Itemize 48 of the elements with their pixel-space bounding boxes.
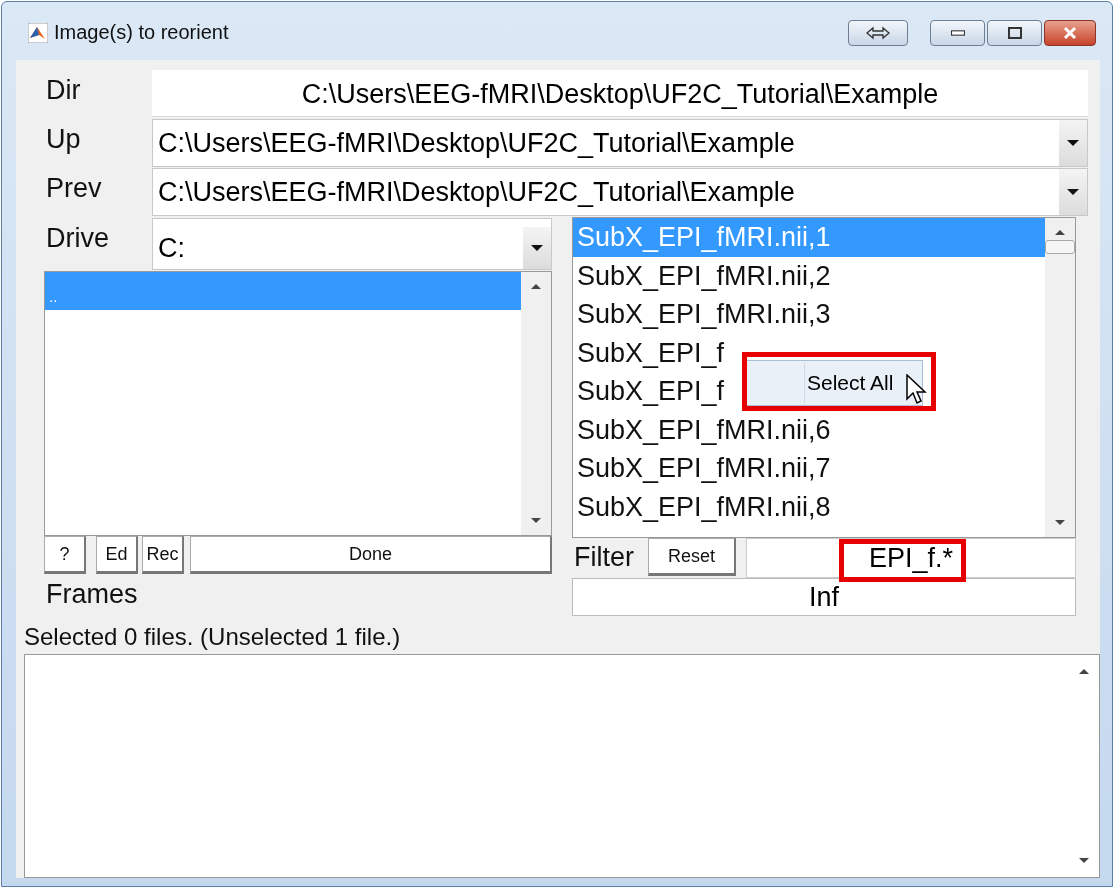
mouse-pointer-icon: [906, 374, 928, 406]
close-button[interactable]: [1044, 19, 1096, 46]
dropdown-arrow-icon: [1066, 188, 1080, 196]
minimize-button[interactable]: [930, 19, 985, 46]
drive-label: Drive: [45, 222, 110, 255]
tool-button[interactable]: Ed: [96, 536, 138, 574]
scroll-up-icon: [1054, 228, 1066, 236]
scrollbar[interactable]: [1045, 218, 1075, 537]
filter-label: Filter: [573, 541, 634, 574]
path-dropdown[interactable]: C:\Users\EEG-fMRI\Desktop\UF2C_Tutorial\Example: [152, 168, 1088, 216]
maximize-button[interactable]: [987, 19, 1042, 46]
done-button[interactable]: Done: [190, 536, 552, 574]
scroll-down-icon: [530, 517, 542, 525]
scroll-up-icon: [530, 282, 542, 290]
file-item[interactable]: SubX_EPI_fMRI.nii,3: [577, 299, 831, 329]
field-label: Dir: [45, 74, 82, 107]
app-icon: [28, 22, 48, 43]
dropdown-arrow-icon: [1066, 139, 1080, 147]
double-arrow-icon: [865, 25, 891, 40]
dropdown-arrow-icon: [530, 244, 544, 252]
status-text: Selected 0 files. (Unselected 1 file.): [24, 622, 402, 652]
file-item[interactable]: SubX_EPI_fMRI.nii,2: [577, 260, 831, 291]
scrollbar[interactable]: [521, 272, 551, 535]
dock-button[interactable]: [848, 19, 908, 46]
file-item[interactable]: SubX_EPI_f: [577, 376, 725, 406]
window-title: Image(s) to reorient: [54, 21, 230, 44]
menu-item[interactable]: Select All: [804, 363, 894, 403]
tool-button[interactable]: ?: [44, 536, 86, 574]
scroll-down-icon: [1054, 519, 1066, 527]
field-label: Prev: [45, 172, 103, 205]
directory-text: C:\Users\EEG-fMRI\Desktop\UF2C_Tutorial\Example: [152, 70, 1088, 117]
field-label: Up: [45, 123, 82, 156]
maximize-icon: [1006, 25, 1023, 40]
reset-button[interactable]: Reset: [648, 538, 736, 576]
scroll-up-icon: [1078, 667, 1090, 675]
scrollbar-thumb[interactable]: [1045, 240, 1075, 254]
file-item[interactable]: SubX_EPI_fMRI.nii,6: [577, 414, 831, 445]
file-item[interactable]: SubX_EPI_fMRI.nii,8: [577, 491, 831, 522]
path-dropdown[interactable]: C:\Users\EEG-fMRI\Desktop\UF2C_Tutorial\Example: [152, 119, 1088, 167]
scroll-down-icon: [1078, 857, 1090, 865]
file-item[interactable]: SubX_EPI_fMRI.nii,7: [577, 453, 831, 483]
frames-field[interactable]: Inf: [572, 578, 1076, 616]
minimize-icon: [950, 29, 965, 36]
tool-button[interactable]: Rec: [142, 536, 184, 574]
file-item[interactable]: SubX_EPI_f: [577, 337, 725, 368]
drive-dropdown[interactable]: C:: [152, 218, 552, 270]
frames-label: Frames: [45, 578, 139, 611]
close-icon: [1061, 25, 1079, 40]
